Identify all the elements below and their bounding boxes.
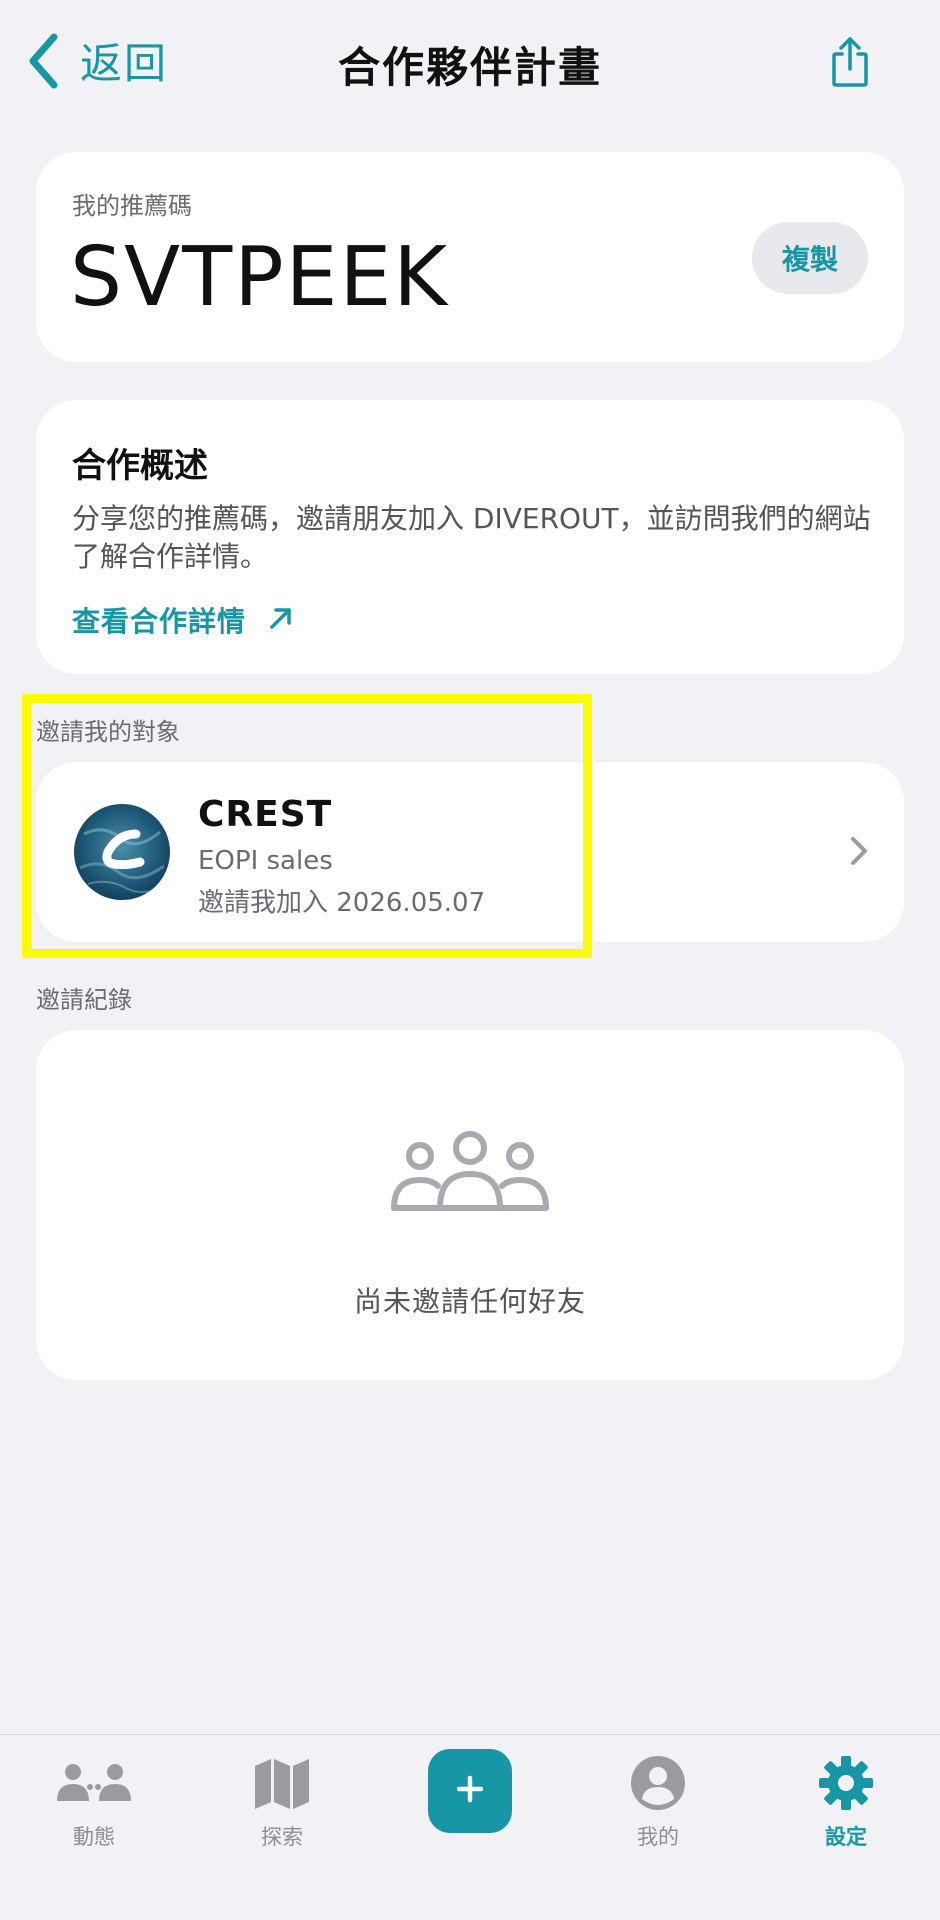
nav-header: 返回 合作夥伴計畫 bbox=[0, 0, 940, 130]
empty-state-text: 尚未邀請任何好友 bbox=[353, 1285, 586, 1318]
plus-icon bbox=[456, 1775, 484, 1807]
share-icon bbox=[830, 37, 870, 92]
arrow-up-right-icon bbox=[246, 605, 294, 635]
referral-code: SVTPEEK bbox=[70, 230, 450, 325]
add-button[interactable] bbox=[428, 1749, 512, 1833]
overview-description: 分享您的推薦碼，邀請朋友加入 DIVEROUT，並訪問我們的網站了解合作詳情。 bbox=[72, 502, 871, 573]
user-circle-icon bbox=[630, 1753, 686, 1813]
view-details-label: 查看合作詳情 bbox=[72, 605, 247, 638]
tab-settings[interactable]: 設定 bbox=[786, 1735, 906, 1865]
tab-profile-label: 我的 bbox=[637, 1825, 679, 1849]
people-icon bbox=[57, 1753, 131, 1813]
gear-icon bbox=[818, 1753, 874, 1813]
share-button[interactable] bbox=[830, 36, 870, 92]
tab-feed-label: 動態 bbox=[73, 1825, 115, 1849]
tab-settings-label: 設定 bbox=[825, 1825, 867, 1849]
tab-feed[interactable]: 動態 bbox=[34, 1735, 154, 1865]
people-group-icon bbox=[390, 1130, 550, 1218]
tab-explore[interactable]: 探索 bbox=[222, 1735, 342, 1865]
view-details-link[interactable]: 查看合作詳情 bbox=[72, 600, 294, 640]
page-title: 合作夥伴計畫 bbox=[337, 43, 602, 92]
highlight-box bbox=[22, 694, 592, 958]
overview-title: 合作概述 bbox=[72, 446, 208, 486]
map-icon bbox=[253, 1753, 311, 1813]
invite-records-card: 尚未邀請任何好友 bbox=[36, 1030, 904, 1380]
partnership-overview-card: 合作概述 分享您的推薦碼，邀請朋友加入 DIVEROUT，並訪問我們的網站了解合… bbox=[36, 400, 904, 674]
referral-code-card: 我的推薦碼 SVTPEEK 複製 bbox=[36, 152, 904, 362]
chevron-right-icon bbox=[850, 836, 868, 870]
bottom-tab-bar: 動態 探索 我的 設定 bbox=[0, 1734, 940, 1920]
tab-explore-label: 探索 bbox=[261, 1825, 303, 1849]
referral-code-label: 我的推薦碼 bbox=[72, 192, 192, 220]
partner-program-screen: 返回 合作夥伴計畫 我的推薦碼 SVTPEEK 複製 合作概述 分享您的推薦碼，… bbox=[0, 0, 940, 1920]
copy-button[interactable]: 複製 bbox=[752, 222, 868, 294]
tab-profile[interactable]: 我的 bbox=[598, 1735, 718, 1865]
invite-records-section-label: 邀請紀錄 bbox=[36, 986, 132, 1014]
